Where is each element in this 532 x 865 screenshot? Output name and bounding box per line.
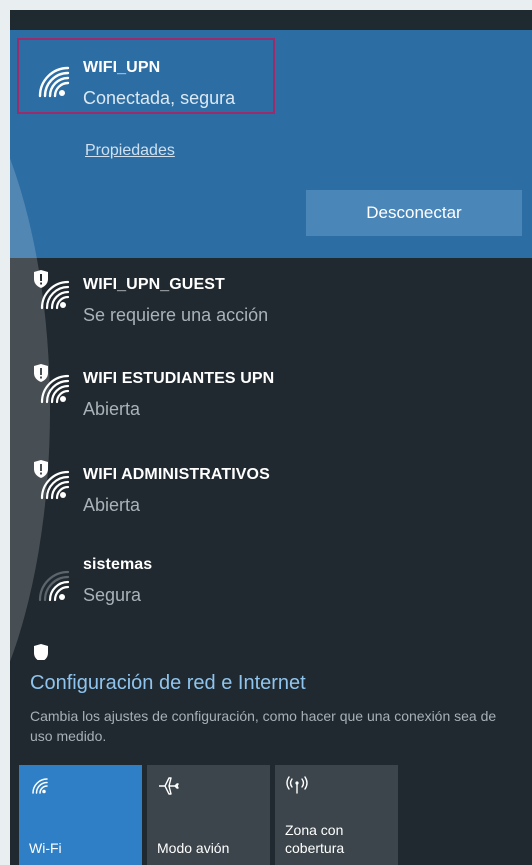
network-flyout: WIFI_UPN Conectada, segura Propiedades D… bbox=[10, 10, 532, 865]
airplane-icon bbox=[157, 775, 179, 800]
secured-wifi-shield-icon bbox=[28, 362, 72, 406]
connected-network-name: WIFI_UPN bbox=[83, 59, 161, 76]
airplane-mode-tile[interactable]: Modo avión bbox=[147, 765, 270, 865]
secured-wifi-shield-icon bbox=[28, 642, 52, 660]
network-name: WIFI ADMINISTRATIVOS bbox=[83, 466, 270, 483]
network-status: Abierta bbox=[83, 495, 141, 515]
wifi-tile-label: Wi-Fi bbox=[29, 840, 62, 856]
network-status: Abierta bbox=[83, 399, 141, 419]
wifi-icon bbox=[29, 775, 49, 798]
hotspot-tile-label-line1: Zona con bbox=[285, 822, 344, 838]
secured-wifi-shield-icon bbox=[28, 268, 72, 312]
network-name: sistemas bbox=[83, 556, 153, 573]
wifi-signal-icon bbox=[32, 564, 72, 604]
properties-link[interactable]: Propiedades bbox=[85, 142, 175, 160]
partial-network-item[interactable] bbox=[10, 622, 532, 660]
wifi-toggle-tile[interactable]: Wi-Fi bbox=[19, 765, 142, 865]
airplane-tile-label: Modo avión bbox=[157, 840, 230, 856]
hotspot-tile-label-line2: cobertura bbox=[285, 840, 345, 856]
network-status: Segura bbox=[83, 585, 142, 605]
connected-network[interactable]: WIFI_UPN Conectada, segura Propiedades D… bbox=[10, 30, 532, 258]
network-settings-description: Cambia los ajustes de configuración, com… bbox=[30, 708, 497, 744]
hotspot-icon bbox=[285, 775, 309, 798]
secured-wifi-shield-icon bbox=[28, 458, 72, 502]
network-status: Se requiere una acción bbox=[83, 305, 269, 325]
network-item[interactable]: WIFI ADMINISTRATIVOS Abierta bbox=[10, 450, 532, 546]
flyout-top-strip bbox=[10, 10, 532, 30]
network-item[interactable]: WIFI ESTUDIANTES UPN Abierta bbox=[10, 354, 532, 450]
network-item[interactable]: WIFI_UPN_GUEST Se requiere una acción bbox=[10, 258, 532, 354]
network-name: WIFI_UPN_GUEST bbox=[83, 276, 225, 293]
disconnect-button[interactable]: Desconectar bbox=[306, 190, 522, 236]
network-settings-section: Configuración de red e Internet Cambia l… bbox=[10, 660, 532, 865]
wifi-signal-icon bbox=[32, 60, 72, 100]
connected-network-status: Conectada, segura bbox=[83, 88, 236, 108]
mobile-hotspot-tile[interactable]: Zona con cobertura bbox=[275, 765, 398, 865]
network-settings-link[interactable]: Configuración de red e Internet bbox=[30, 672, 306, 695]
hotspot-tile-label: Zona con cobertura bbox=[285, 821, 344, 857]
network-name: WIFI ESTUDIANTES UPN bbox=[83, 370, 275, 387]
